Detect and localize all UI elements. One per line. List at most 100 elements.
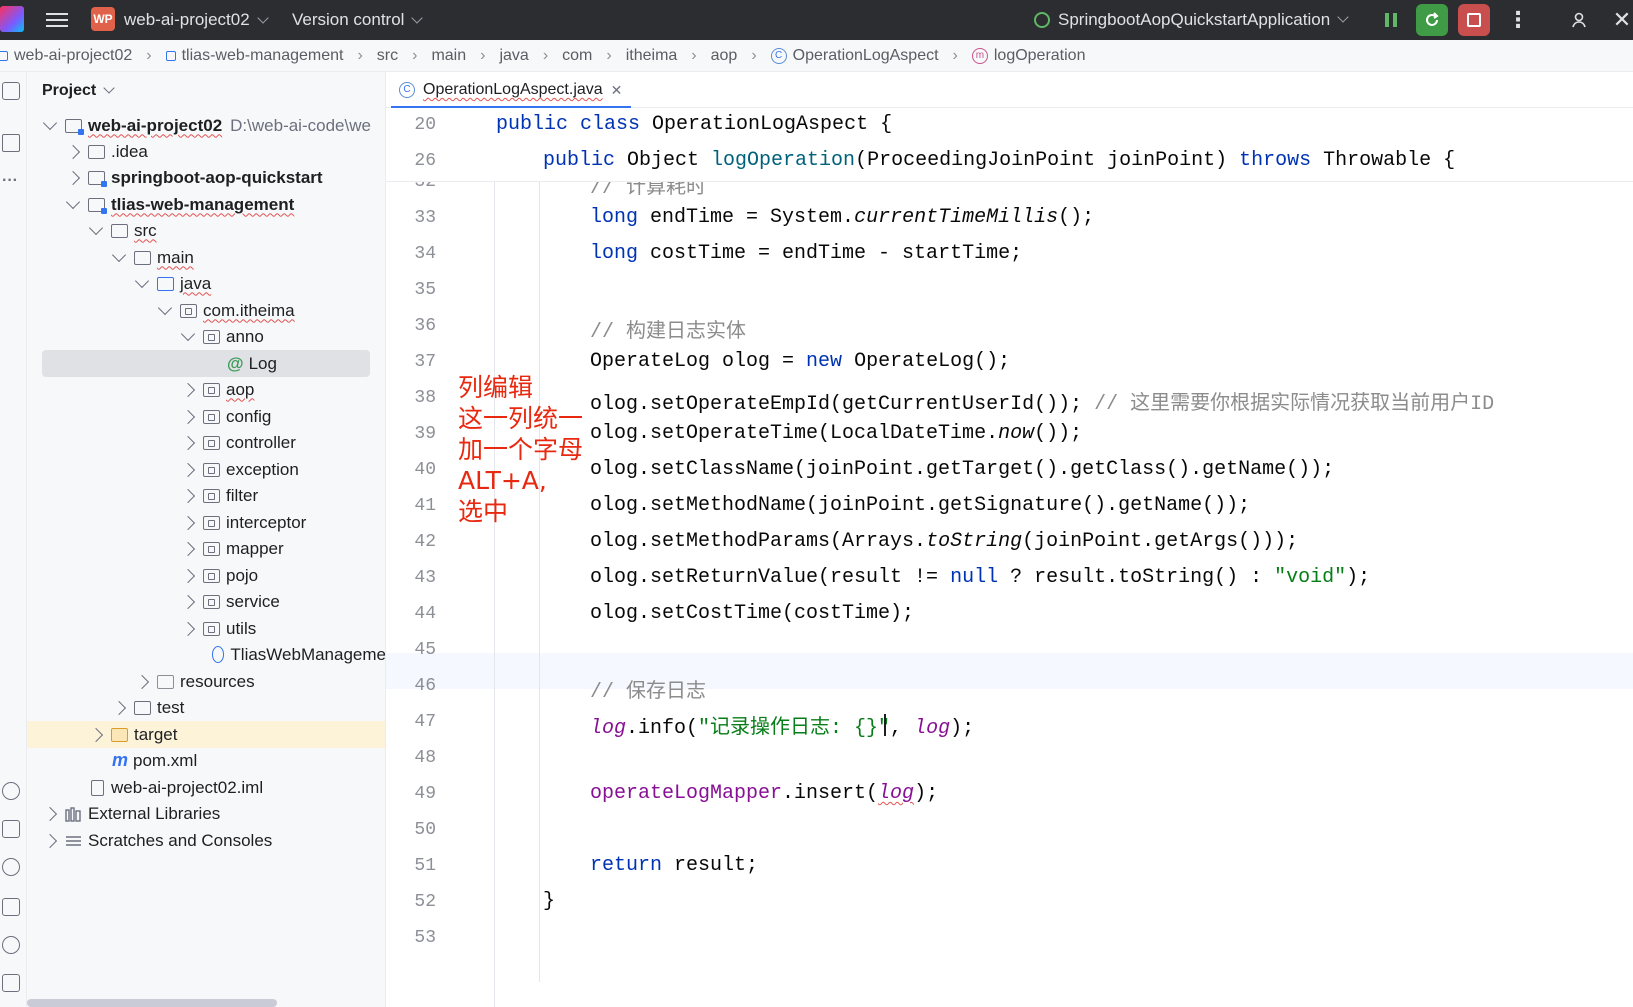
code-line: public class OperationLogAspect { [496, 113, 893, 136]
tree-item-com-itheima[interactable]: com.itheima [27, 297, 385, 324]
package-icon [203, 594, 220, 609]
breadcrumb-item[interactable]: tlias-web-management [165, 47, 343, 65]
tree-item-resources[interactable]: resources [27, 668, 385, 695]
resources-folder-icon [157, 674, 174, 689]
code-line: public Object logOperation(ProceedingJoi… [543, 149, 1456, 172]
collapse-icon [180, 382, 196, 397]
project-badge[interactable]: WP [91, 7, 115, 31]
tree-item-pojo[interactable]: pojo [27, 562, 385, 589]
stop-button[interactable] [1458, 4, 1490, 36]
tree-item-scratches[interactable]: Scratches and Consoles [27, 827, 385, 854]
tree-item-springboot-aop-quickstart[interactable]: springboot-aop-quickstart [27, 164, 385, 191]
tree-item-utils[interactable]: utils [27, 615, 385, 642]
pause-button[interactable] [1375, 4, 1407, 36]
version-control-menu[interactable]: Version control [292, 10, 424, 30]
package-icon [203, 382, 220, 397]
breadcrumb-item[interactable]: java [499, 47, 528, 65]
module-folder-icon [65, 118, 84, 135]
tree-item-controller[interactable]: controller [27, 429, 385, 456]
code-editor[interactable]: 20 public class OperationLogAspect { 26 … [386, 108, 1633, 1007]
tree-item-external-libraries[interactable]: External Libraries [27, 800, 385, 827]
breadcrumb-item[interactable]: web-ai-project02 [0, 47, 132, 65]
tree-item-iml[interactable]: web-ai-project02.iml [27, 774, 385, 801]
tree-item-test[interactable]: test [27, 694, 385, 721]
main-menu-icon[interactable] [46, 10, 68, 30]
tree-item-anno[interactable]: anno [27, 323, 385, 350]
expand-icon [88, 220, 104, 235]
tree-item-service[interactable]: service [27, 588, 385, 615]
run-tool-icon[interactable] [2, 858, 20, 876]
package-icon [203, 329, 220, 344]
tree-item-tlias-web-management[interactable]: tlias-web-management [27, 191, 385, 218]
breadcrumb-item[interactable]: src [377, 47, 398, 65]
tree-item-filter[interactable]: filter [27, 482, 385, 509]
collapse-icon [180, 594, 196, 609]
user-icon[interactable] [1564, 4, 1596, 36]
title-bar: WP web-ai-project02 Version control Spri… [0, 0, 1633, 40]
close-tab-icon[interactable]: ✕ [611, 82, 623, 99]
tree-item-aop[interactable]: aop [27, 376, 385, 403]
tree-item-application-class[interactable]: TliasWebManageme [27, 641, 385, 668]
tree-item-interceptor[interactable]: interceptor [27, 509, 385, 536]
package-icon [203, 541, 220, 556]
tree-item-mapper[interactable]: mapper [27, 535, 385, 562]
expand-icon [157, 300, 173, 315]
expand-icon [42, 115, 58, 130]
services-tool-icon[interactable] [2, 782, 20, 800]
project-tool-icon[interactable] [2, 82, 20, 100]
more-tools-icon[interactable]: ··· [2, 172, 20, 190]
package-icon [203, 435, 220, 450]
breadcrumb-item[interactable]: m logOperation [971, 47, 1085, 65]
line-number: 40 [414, 460, 436, 480]
tree-item-src[interactable]: src [27, 217, 385, 244]
tree-item-log[interactable]: @ Log [42, 350, 370, 377]
version-control-label: Version control [292, 10, 405, 29]
run-configuration-selector[interactable]: SpringbootAopQuickstartApplication [1034, 10, 1349, 30]
annotation-line: 列编辑 [458, 373, 534, 402]
line-number: 42 [414, 532, 436, 552]
tree-item-root[interactable]: web-ai-project02 D:\web-ai-code\we [27, 112, 385, 139]
breadcrumb-item[interactable]: C OperationLogAspect [770, 47, 939, 65]
tree-item-main[interactable]: main [27, 244, 385, 271]
breadcrumb-item[interactable]: com [562, 47, 592, 65]
tree-item-pom-xml[interactable]: m pom.xml [27, 747, 385, 774]
tree-item-java[interactable]: java [27, 270, 385, 297]
line-number: 50 [414, 820, 436, 840]
intellij-logo-icon[interactable] [0, 6, 24, 32]
horizontal-scrollbar[interactable] [27, 999, 277, 1007]
line-number: 41 [414, 496, 436, 516]
code-line: operateLogMapper.insert(log); [590, 782, 939, 805]
package-icon [203, 568, 220, 583]
tree-item-idea[interactable]: .idea [27, 138, 385, 165]
tree-item-exception[interactable]: exception [27, 456, 385, 483]
package-icon [203, 515, 220, 530]
git-tool-icon[interactable] [2, 974, 20, 992]
breadcrumb-item[interactable]: itheima [626, 47, 678, 65]
rerun-button[interactable] [1416, 4, 1448, 36]
more-actions-icon[interactable]: ⋮ [1502, 4, 1534, 36]
project-tool-window: Project web-ai-project02 D:\web-ai-code\w… [27, 72, 386, 1007]
line-number: 48 [414, 748, 436, 768]
project-switcher[interactable]: web-ai-project02 [124, 10, 269, 30]
terminal-tool-icon[interactable] [2, 898, 20, 916]
current-line-highlight [386, 653, 1633, 689]
close-icon[interactable]: ✕ [1606, 4, 1633, 36]
chevron-down-icon [1337, 11, 1349, 23]
breadcrumb-item[interactable]: aop [711, 47, 738, 65]
sticky-scroll-header[interactable]: 20 public class OperationLogAspect { 26 … [386, 108, 1633, 182]
tree-item-target[interactable]: target [27, 721, 385, 748]
code-line: // 保存日志 [590, 681, 707, 704]
chevron-down-icon [411, 12, 424, 24]
tab-operation-log-aspect[interactable]: C OperationLogAspect.java ✕ [391, 72, 631, 109]
project-view-selector[interactable]: Project [42, 82, 115, 100]
problems-tool-icon[interactable] [2, 936, 20, 954]
structure-tool-icon[interactable] [2, 134, 20, 152]
tab-label: OperationLogAspect.java [423, 81, 603, 98]
tree-item-config[interactable]: config [27, 403, 385, 430]
build-tool-icon[interactable] [2, 820, 20, 838]
code-line: long costTime = endTime - startTime; [590, 242, 1023, 265]
text-cursor [884, 714, 886, 736]
expand-icon [134, 273, 150, 288]
collapse-icon [65, 170, 81, 185]
breadcrumb-item[interactable]: main [431, 47, 466, 65]
